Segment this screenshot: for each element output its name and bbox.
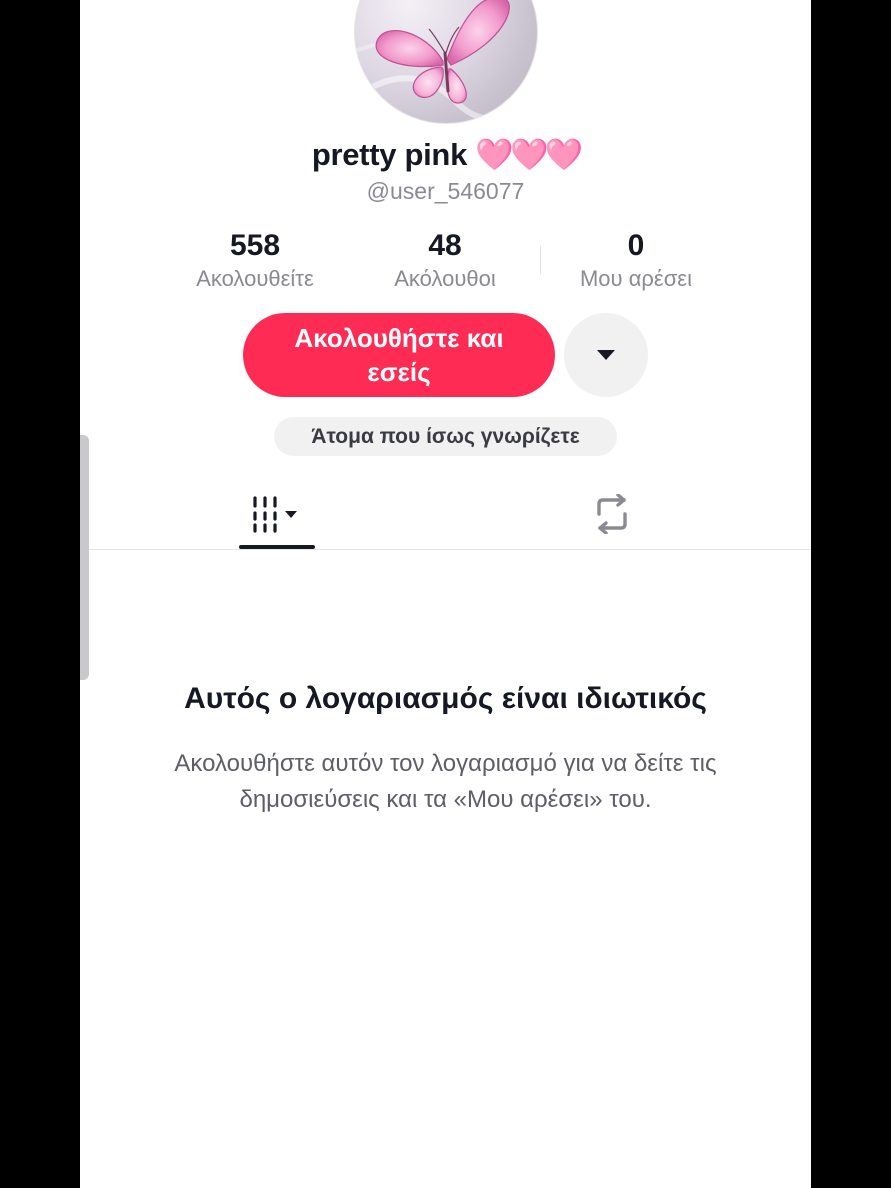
repost-icon	[597, 494, 627, 534]
stat-likes-label: Μου αρέσει	[579, 266, 693, 291]
username: @user_546077	[366, 178, 525, 204]
profile-screen: pretty pink 🩷🩷🩷 @user_546077 558 Ακολουθ…	[80, 0, 811, 1188]
stat-following[interactable]: 558 Ακολουθείτε	[180, 228, 330, 294]
stat-following-count: 558	[229, 229, 281, 262]
tab-videos[interactable]	[239, 478, 315, 550]
private-account-description: Ακολουθήστε αυτόν τον λογαριασμό για να …	[174, 750, 717, 813]
avatar[interactable]	[354, 0, 538, 124]
follow-back-button[interactable]: Ακολουθήστε και εσείς	[243, 313, 555, 397]
stat-followers[interactable]: 48 Ακόλουθοι	[370, 228, 520, 294]
stat-followers-count: 48	[428, 229, 462, 262]
suggested-accounts-button[interactable]: Άτομα που ίσως γνωρίζετε	[274, 417, 617, 456]
stat-likes[interactable]: 0 Μου αρέσει	[561, 228, 711, 294]
display-name: pretty pink 🩷🩷🩷	[80, 136, 811, 173]
stat-followers-label: Ακόλουθοι	[394, 266, 496, 291]
display-name-text: pretty pink	[311, 137, 468, 172]
tabs-divider	[80, 549, 811, 550]
side-drawer-handle[interactable]	[80, 435, 89, 680]
stat-likes-count: 0	[627, 229, 645, 262]
heart-emoji-icon: 🩷🩷🩷	[475, 137, 583, 172]
stat-following-label: Ακολουθείτε	[196, 266, 314, 291]
private-account-title: Αυτός ο λογαριασμός είναι ιδιωτικός	[184, 682, 707, 715]
more-options-button[interactable]	[564, 313, 648, 397]
butterfly-image	[355, 0, 537, 122]
grid-columns-icon	[253, 496, 297, 533]
stat-divider	[540, 246, 541, 274]
caret-down-icon	[597, 350, 615, 360]
tab-reposts[interactable]	[574, 478, 650, 550]
